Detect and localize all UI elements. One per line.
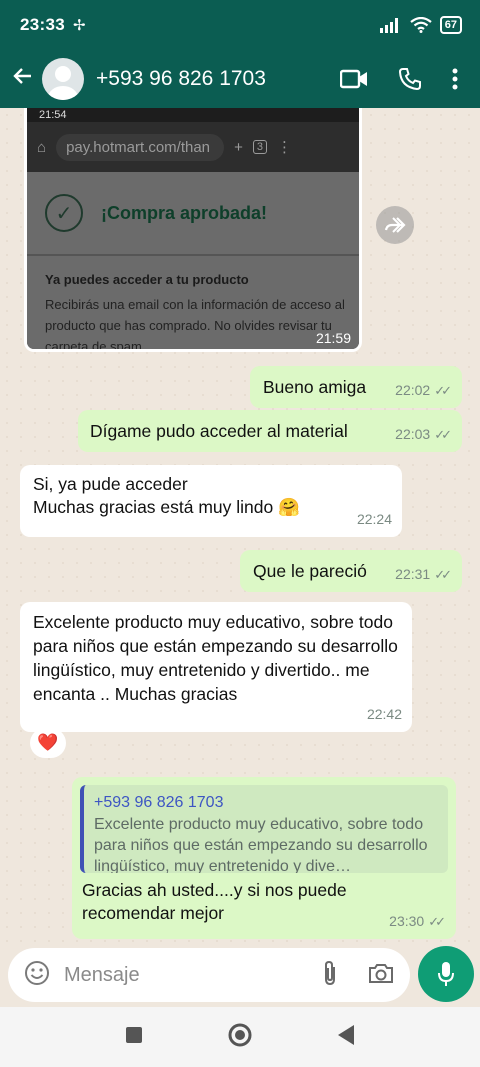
message-time: 21:59 bbox=[315, 330, 351, 346]
screenshot-url-bar: ⌂ pay.hotmart.com/than + 3 ⋮ bbox=[27, 122, 359, 172]
access-body: Recibirás una email con la información d… bbox=[45, 297, 345, 352]
read-receipt-icon: ✓✓ bbox=[428, 914, 446, 929]
outgoing-reply-message[interactable]: +593 96 826 1703 Excelente producto muy … bbox=[72, 777, 456, 939]
recents-icon[interactable] bbox=[125, 1026, 143, 1049]
battery-indicator: 67 bbox=[439, 16, 462, 34]
status-bar: 23:33 ✢ 67 bbox=[0, 0, 480, 50]
quoted-message[interactable]: +593 96 826 1703 Excelente producto muy … bbox=[80, 785, 448, 873]
hug-emoji: 🤗 bbox=[278, 497, 300, 517]
wifi-icon bbox=[410, 17, 432, 33]
back-arrow-icon[interactable] bbox=[8, 64, 38, 95]
video-call-icon[interactable] bbox=[340, 69, 368, 89]
avatar[interactable] bbox=[42, 58, 84, 100]
quoted-text: Excelente producto muy educativo, sobre … bbox=[94, 816, 428, 873]
incoming-message[interactable]: Si, ya pude acceder Muchas gracias está … bbox=[20, 465, 402, 537]
check-icon: ✓ bbox=[45, 194, 83, 232]
message-time: 23:30 bbox=[389, 913, 425, 929]
quoted-sender: +593 96 826 1703 bbox=[94, 794, 224, 811]
message-line: Si, ya pude acceder bbox=[33, 474, 188, 494]
approved-text: ¡Compra aprobada! bbox=[101, 202, 268, 223]
plus-icon: + bbox=[234, 138, 243, 156]
read-receipt-icon: ✓✓ bbox=[434, 383, 452, 398]
status-right: 67 bbox=[379, 16, 462, 34]
status-time: 23:33 bbox=[20, 15, 65, 34]
phone-call-icon[interactable] bbox=[398, 67, 422, 91]
message-text: Dígame pudo acceder al material bbox=[90, 421, 348, 441]
message-line: Muchas gracias está muy lindo 🤗 bbox=[33, 496, 333, 519]
message-text: Excelente producto muy educativo, sobre … bbox=[33, 612, 398, 704]
message-line-text: Muchas gracias está muy lindo bbox=[33, 497, 274, 517]
chat-area[interactable]: 21:54 ⌂ pay.hotmart.com/than + 3 ⋮ ✓ ¡Co… bbox=[0, 108, 480, 944]
outgoing-message[interactable]: Que le pareció 22:31 ✓✓ bbox=[240, 550, 462, 592]
attach-icon[interactable] bbox=[322, 960, 338, 991]
message-time: 22:42 bbox=[366, 706, 402, 722]
message-text: Que le pareció bbox=[253, 561, 367, 581]
access-title: Ya puedes acceder a tu producto bbox=[45, 272, 249, 287]
screenshot-time: 21:54 bbox=[39, 109, 67, 121]
emoji-icon[interactable] bbox=[24, 960, 50, 991]
screenshot-body: ✓ ¡Compra aprobada! Ya puedes acceder a … bbox=[27, 172, 359, 352]
message-input[interactable]: Mensaje bbox=[64, 964, 140, 987]
app-notification-icon: ✢ bbox=[72, 17, 86, 34]
message-time: 22:03 bbox=[395, 426, 431, 442]
divider bbox=[27, 254, 359, 256]
message-text: Bueno amiga bbox=[263, 377, 367, 397]
message-meta: 22:03 ✓✓ bbox=[395, 423, 452, 446]
mic-button[interactable] bbox=[418, 946, 474, 1002]
mic-icon bbox=[438, 962, 454, 986]
chat-header: +593 96 826 1703 bbox=[0, 50, 480, 108]
menu-icon: ⋮ bbox=[276, 139, 292, 156]
message-composer[interactable]: Mensaje bbox=[8, 948, 410, 1002]
heart-reaction-icon: ❤️ bbox=[37, 733, 59, 752]
composer-actions bbox=[322, 960, 394, 991]
message-meta: 22:42 bbox=[367, 703, 402, 726]
home-button-icon[interactable] bbox=[227, 1022, 253, 1053]
message-text: Gracias ah usted....y si nos puede recom… bbox=[82, 880, 347, 923]
outgoing-message[interactable]: Dígame pudo acceder al material 22:03 ✓✓ bbox=[78, 410, 462, 452]
message-meta: 22:24 bbox=[357, 508, 392, 531]
camera-icon[interactable] bbox=[368, 962, 394, 989]
purchase-approved: ✓ ¡Compra aprobada! bbox=[45, 194, 267, 232]
message-time: 22:24 bbox=[356, 511, 392, 527]
outgoing-message[interactable]: Bueno amiga 22:02 ✓✓ bbox=[250, 366, 462, 408]
message-time: 22:31 bbox=[395, 566, 431, 582]
back-nav-icon[interactable] bbox=[337, 1024, 355, 1051]
contact-name[interactable]: +593 96 826 1703 bbox=[96, 67, 266, 91]
more-options-icon[interactable] bbox=[452, 68, 458, 90]
reaction-badge[interactable]: ❤️ bbox=[30, 728, 66, 758]
image-message[interactable]: 21:54 ⌂ pay.hotmart.com/than + 3 ⋮ ✓ ¡Co… bbox=[24, 108, 362, 352]
message-meta: 22:02 ✓✓ bbox=[395, 379, 452, 402]
incoming-message[interactable]: Excelente producto muy educativo, sobre … bbox=[20, 602, 412, 732]
screenshot-url: pay.hotmart.com/than bbox=[56, 133, 225, 161]
message-text: Si, ya pude acceder Muchas gracias está … bbox=[33, 473, 333, 519]
read-receipt-icon: ✓✓ bbox=[434, 567, 452, 582]
message-meta: 23:30 ✓✓ bbox=[389, 910, 446, 933]
screenshot-status-bar: 21:54 bbox=[27, 108, 359, 122]
signal-icon bbox=[379, 18, 398, 33]
system-nav-bar bbox=[0, 1007, 480, 1067]
tab-count: 3 bbox=[252, 140, 267, 154]
read-receipt-icon: ✓✓ bbox=[434, 427, 452, 442]
home-icon: ⌂ bbox=[37, 138, 47, 156]
forward-icon[interactable] bbox=[376, 206, 414, 244]
message-time: 22:02 bbox=[395, 382, 431, 398]
message-meta: 22:31 ✓✓ bbox=[395, 563, 452, 586]
header-actions bbox=[340, 67, 480, 91]
